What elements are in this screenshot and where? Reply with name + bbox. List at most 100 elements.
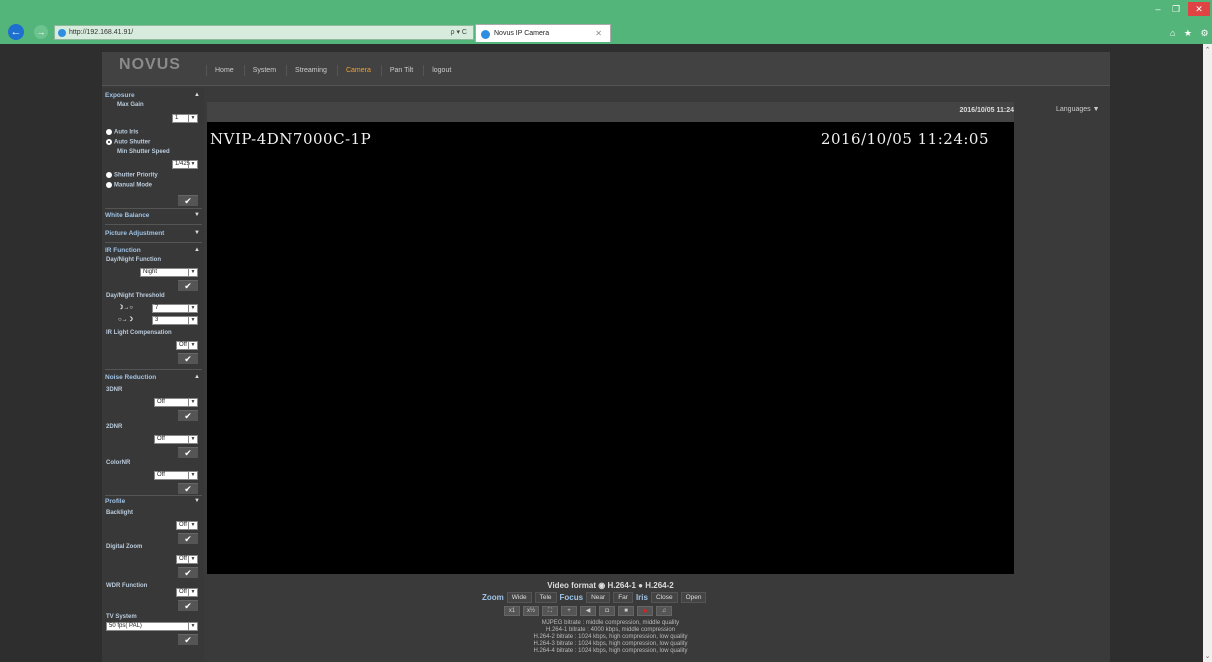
browser-tab[interactable]: Novus IP Camera ✕ bbox=[475, 24, 611, 42]
close-window-icon[interactable]: ✕ bbox=[1188, 2, 1210, 16]
select-value: Off bbox=[179, 556, 187, 562]
ir-light-comp-select[interactable]: Off ▼ bbox=[176, 341, 198, 350]
collapse-icon[interactable]: ▲ bbox=[194, 92, 200, 98]
iris-close-button[interactable]: Close bbox=[650, 592, 678, 603]
apply-wdr-button[interactable]: ✔ bbox=[178, 600, 198, 611]
back-button[interactable]: ← bbox=[8, 24, 24, 40]
osd-camera-name: NVIP-4DN7000C-1P bbox=[210, 130, 372, 148]
section-profile[interactable]: Profile ▼ bbox=[105, 498, 202, 505]
apply-tv-system-button[interactable]: ✔ bbox=[178, 634, 198, 645]
apply-day-night-button[interactable]: ✔ bbox=[178, 280, 198, 291]
home-star-gear-icons[interactable]: ⌂ ★ ⚙ bbox=[1170, 28, 1212, 39]
digital-zoom-select[interactable]: Off ▼ bbox=[176, 555, 198, 564]
zoom-wide-button[interactable]: Wide bbox=[506, 592, 532, 603]
colornr-select[interactable]: Off ▼ bbox=[154, 471, 198, 480]
restore-icon[interactable]: ❐ bbox=[1168, 2, 1184, 16]
apply-digital-zoom-button[interactable]: ✔ bbox=[178, 567, 198, 578]
apply-3dnr-button[interactable]: ✔ bbox=[178, 410, 198, 421]
format-1-radio[interactable]: ◉ H.264-1 bbox=[598, 581, 636, 590]
collapse-icon[interactable]: ▲ bbox=[194, 374, 200, 380]
manual-mode-radio[interactable]: Manual Mode bbox=[106, 182, 152, 189]
section-white-balance[interactable]: White Balance ▼ bbox=[105, 212, 202, 219]
search-refresh-icon[interactable]: ρ ▾ C bbox=[451, 28, 467, 36]
page-header: NOVUS Home System Streaming Camera Pan T… bbox=[102, 52, 1110, 86]
section-picture-adjustment[interactable]: Picture Adjustment ▼ bbox=[105, 230, 202, 237]
digital-zoom-icon[interactable]: + bbox=[561, 606, 577, 616]
wdr-select[interactable]: Off ▼ bbox=[176, 588, 198, 597]
tv-system-select[interactable]: 50 fps( PAL) ▼ bbox=[106, 622, 198, 631]
section-ir-function[interactable]: IR Function ▲ bbox=[105, 247, 202, 254]
bitrate-line: H.264-4 bitrate : 1024 kbps, high compre… bbox=[533, 648, 688, 654]
ir-light-comp-label: IR Light Compensation bbox=[106, 330, 172, 336]
day-night-function-select[interactable]: Night ▼ bbox=[140, 268, 198, 277]
collapse-icon[interactable]: ▲ bbox=[194, 247, 200, 253]
minimize-icon[interactable]: – bbox=[1150, 2, 1166, 16]
section-exposure[interactable]: Exposure ▲ bbox=[105, 92, 202, 99]
min-shutter-select[interactable]: 1/425 ▼ bbox=[172, 160, 198, 169]
video-toolbar: x1 x½ ⛶ + ◀ ◘ ■ ● ♫ bbox=[504, 606, 672, 616]
scroll-down-icon[interactable]: ⌄ bbox=[1203, 652, 1212, 660]
audio-icon[interactable]: ◀ bbox=[580, 606, 596, 616]
3dnr-select[interactable]: Off ▼ bbox=[154, 398, 198, 407]
backlight-select[interactable]: Off ▼ bbox=[176, 521, 198, 530]
menu-logout[interactable]: logout bbox=[423, 65, 459, 76]
section-noise-reduction[interactable]: Noise Reduction ▲ bbox=[105, 374, 202, 381]
ie-icon bbox=[58, 29, 66, 37]
close-tab-icon[interactable]: ✕ bbox=[595, 29, 602, 38]
apply-exposure-button[interactable]: ✔ bbox=[178, 195, 198, 206]
chevron-down-icon: ▼ bbox=[188, 305, 197, 312]
menu-home[interactable]: Home bbox=[206, 65, 242, 76]
snapshot-icon[interactable]: ◘ bbox=[599, 606, 615, 616]
fullscreen-icon[interactable]: ⛶ bbox=[542, 606, 558, 616]
select-value: 7 bbox=[155, 305, 159, 311]
radio-label: Shutter Priority bbox=[114, 172, 158, 179]
focus-near-button[interactable]: Near bbox=[586, 592, 611, 603]
languages-dropdown[interactable]: Languages ▼ bbox=[1056, 106, 1100, 113]
expand-icon[interactable]: ▼ bbox=[194, 212, 200, 218]
menu-streaming[interactable]: Streaming bbox=[286, 65, 335, 76]
apply-backlight-button[interactable]: ✔ bbox=[178, 533, 198, 544]
chevron-down-icon: ▼ bbox=[188, 269, 197, 276]
threshold-day-select[interactable]: 7 ▼ bbox=[152, 304, 198, 313]
threshold-night-select[interactable]: 3 ▼ bbox=[152, 316, 198, 325]
3dnr-label: 3DNR bbox=[106, 387, 123, 393]
section-label: White Balance bbox=[105, 212, 150, 219]
apply-2dnr-button[interactable]: ✔ bbox=[178, 447, 198, 458]
expand-icon[interactable]: ▼ bbox=[194, 230, 200, 236]
zoom-tele-button[interactable]: Tele bbox=[534, 592, 557, 603]
video-viewport[interactable]: 2016/10/05 11:24 NVIP-4DN7000C-1P 2016/1… bbox=[207, 102, 1014, 574]
scrollbar[interactable]: ⌃ ⌄ bbox=[1203, 44, 1212, 662]
focus-far-button[interactable]: Far bbox=[613, 592, 633, 603]
scale-1x-icon[interactable]: x1 bbox=[504, 606, 520, 616]
format-2-radio[interactable]: ● H.264-2 bbox=[638, 581, 674, 590]
forward-button[interactable]: → bbox=[34, 25, 48, 39]
lens-controls: Zoom Wide Tele Focus Near Far Iris Close… bbox=[482, 592, 707, 603]
alarm-icon[interactable]: ♫ bbox=[656, 606, 672, 616]
scroll-up-icon[interactable]: ⌃ bbox=[1203, 46, 1212, 54]
2dnr-select[interactable]: Off ▼ bbox=[154, 435, 198, 444]
main-menu: Home System Streaming Camera Pan Tilt lo… bbox=[206, 65, 459, 76]
auto-shutter-radio[interactable]: Auto Shutter bbox=[106, 139, 150, 146]
chevron-down-icon: ▼ bbox=[188, 589, 197, 596]
stop-icon[interactable]: ■ bbox=[618, 606, 634, 616]
video-format-row: Video format ◉ H.264-1 ● H.264-2 bbox=[207, 581, 1014, 590]
2dnr-label: 2DNR bbox=[106, 424, 123, 430]
select-value: Off bbox=[179, 342, 187, 348]
apply-ir-button[interactable]: ✔ bbox=[178, 353, 198, 364]
chevron-down-icon: ▼ bbox=[188, 115, 197, 122]
scale-half-icon[interactable]: x½ bbox=[523, 606, 539, 616]
section-label: Noise Reduction bbox=[105, 374, 157, 381]
collapse-icon[interactable]: ▼ bbox=[194, 498, 200, 504]
divider bbox=[105, 208, 202, 209]
address-bar[interactable]: http://192.168.41.91/ ρ ▾ C bbox=[54, 25, 474, 40]
max-gain-select[interactable]: 1 ▼ bbox=[172, 114, 198, 123]
iris-open-button[interactable]: Open bbox=[680, 592, 707, 603]
menu-pan-tilt[interactable]: Pan Tilt bbox=[380, 65, 421, 76]
auto-iris-radio[interactable]: Auto Iris bbox=[106, 129, 138, 136]
shutter-priority-radio[interactable]: Shutter Priority bbox=[106, 172, 158, 179]
apply-colornr-button[interactable]: ✔ bbox=[178, 483, 198, 494]
record-icon[interactable]: ● bbox=[637, 606, 653, 616]
menu-camera[interactable]: Camera bbox=[336, 65, 379, 76]
novus-logo: NOVUS bbox=[119, 56, 181, 73]
menu-system[interactable]: System bbox=[243, 65, 284, 76]
